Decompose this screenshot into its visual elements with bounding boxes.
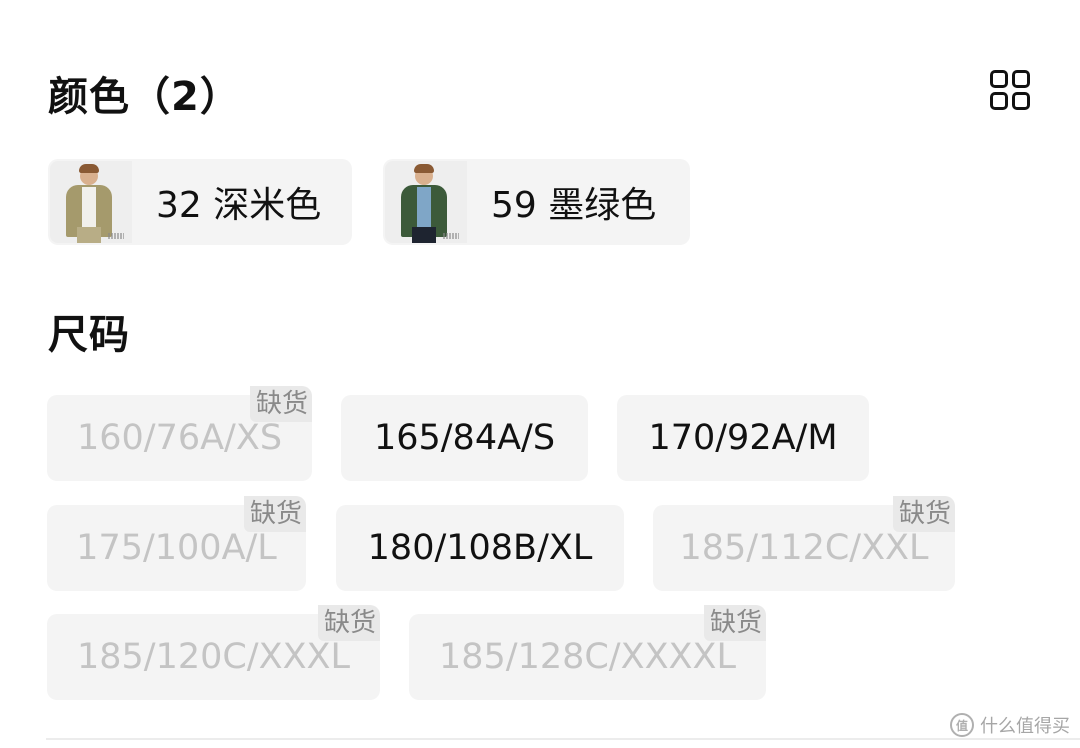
size-option-label: 185/128C/XXXXL: [438, 637, 737, 677]
size-option-s[interactable]: 165/84A/S: [341, 395, 588, 481]
grid-cell-icon: [990, 92, 1008, 110]
size-option-xl[interactable]: 180/108B/XL: [336, 505, 624, 591]
product-thumbnail: [50, 161, 132, 243]
size-option-xxxl[interactable]: 185/120C/XXXL 缺货: [47, 605, 380, 700]
size-option-label: 175/100A/L: [76, 528, 277, 568]
size-option-label: 160/76A/XS: [76, 418, 283, 458]
grid-cell-icon: [990, 70, 1008, 88]
out-of-stock-badge: 缺货: [892, 496, 955, 532]
size-option-label: 185/112C/XXL: [679, 528, 929, 568]
size-option-label: 185/120C/XXXL: [76, 637, 351, 677]
watermark-logo-icon: 值: [950, 713, 974, 737]
out-of-stock-badge: 缺货: [243, 496, 306, 532]
color-option-green[interactable]: 59 墨绿色: [383, 159, 690, 245]
size-option-label: 180/108B/XL: [367, 528, 593, 568]
grid-cell-icon: [1012, 92, 1030, 110]
size-option-label: 170/92A/M: [648, 418, 838, 458]
product-thumbnail: [385, 161, 467, 243]
watermark-text: 什么值得买: [980, 716, 1070, 737]
grid-view-icon[interactable]: [990, 70, 1032, 112]
out-of-stock-badge: 缺货: [249, 386, 312, 422]
size-option-xxl[interactable]: 185/112C/XXL 缺货: [653, 496, 955, 591]
divider: [46, 738, 1080, 740]
color-section-title: 颜色（2）: [48, 74, 241, 120]
grid-cell-icon: [1012, 70, 1030, 88]
size-option-m[interactable]: 170/92A/M: [617, 395, 869, 481]
out-of-stock-badge: 缺货: [703, 605, 766, 641]
size-option-xs[interactable]: 160/76A/XS 缺货: [47, 386, 312, 481]
size-section-title: 尺码: [48, 312, 130, 358]
size-option-label: 165/84A/S: [373, 418, 556, 458]
color-option-beige[interactable]: 32 深米色: [48, 159, 352, 245]
size-option-l[interactable]: 175/100A/L 缺货: [47, 496, 306, 591]
color-option-label: 32 深米色: [156, 185, 322, 226]
out-of-stock-badge: 缺货: [317, 605, 380, 641]
color-option-label: 59 墨绿色: [491, 185, 657, 226]
watermark: 值 什么值得买: [950, 712, 1070, 738]
size-option-xxxxl[interactable]: 185/128C/XXXXL 缺货: [409, 605, 766, 700]
